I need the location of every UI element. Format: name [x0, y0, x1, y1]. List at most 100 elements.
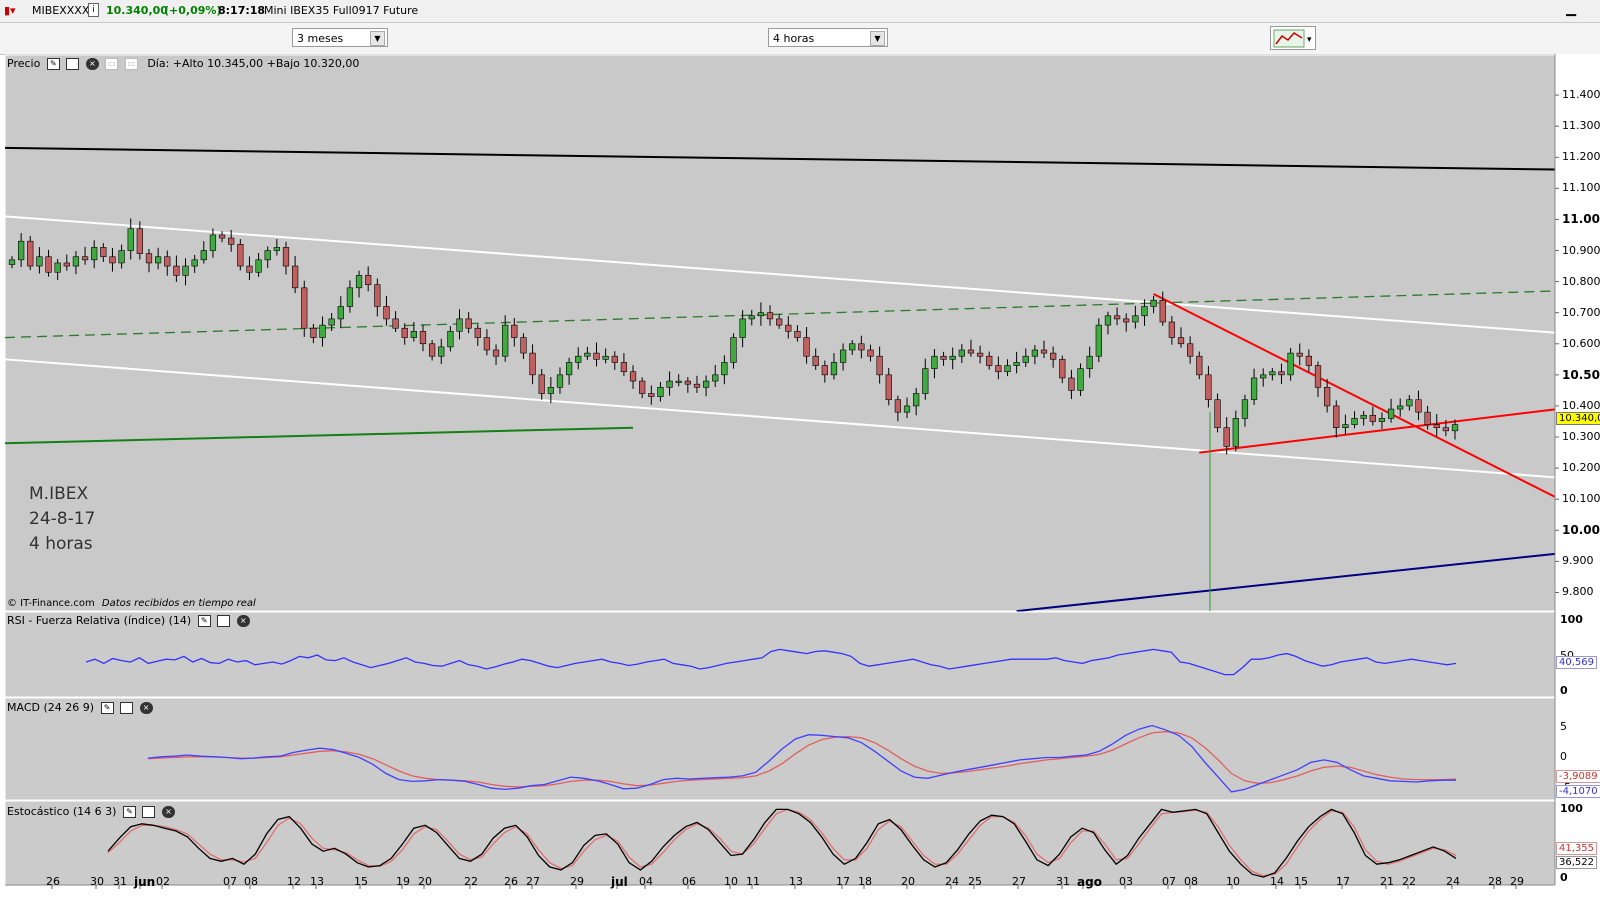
candle-body [639, 380, 646, 394]
candle-body [1050, 352, 1057, 360]
candle-body [136, 228, 143, 254]
candle-body [173, 265, 180, 276]
candle-body [310, 327, 317, 338]
candle-body [1205, 374, 1212, 401]
candle-body [903, 405, 911, 413]
wrench-icon[interactable]: ✎ [197, 615, 211, 627]
candle-body [154, 256, 162, 264]
candle-body [54, 262, 61, 273]
chevron-down-icon[interactable]: ▼ [370, 31, 385, 46]
candle-body [218, 234, 226, 239]
candle-body [355, 275, 363, 289]
price-panel[interactable] [4, 54, 1556, 613]
close-icon[interactable]: × [161, 806, 175, 818]
close-icon[interactable]: × [236, 615, 250, 627]
window-icon[interactable] [120, 702, 134, 714]
candle-body [255, 259, 262, 273]
candle-body [839, 349, 847, 363]
wrench-icon[interactable]: ✎ [46, 58, 60, 70]
stoch-d-badge: 41,355 [1556, 842, 1597, 855]
stochastic-panel-label: Estocástico (14 6 3) [7, 805, 117, 818]
macd-panel-header: MACD (24 26 9) ✎ × [7, 701, 153, 714]
paste-icon[interactable]: ▭ [124, 58, 138, 70]
candle-body [1068, 377, 1075, 391]
price-panel-label: Precio [7, 57, 41, 70]
time-tick-label: 20 [418, 875, 432, 888]
candle-body [1232, 418, 1239, 447]
indicator-tick-label: 100 [1560, 802, 1583, 815]
time-tick-label: 21 [1380, 875, 1394, 888]
candle-body [1086, 355, 1093, 369]
candle-body [748, 315, 755, 320]
candle-body [1387, 408, 1395, 419]
window-icon[interactable] [142, 806, 156, 818]
candle-body [1123, 318, 1130, 323]
candle-body [931, 355, 938, 369]
window-icon[interactable] [217, 615, 231, 627]
range-select[interactable]: 3 meses ▼ [292, 28, 388, 47]
candle-body [1031, 349, 1039, 357]
chart-app-icon[interactable]: ▮▾ [4, 4, 16, 17]
price-change: (+0,09%) [164, 4, 222, 17]
candle-body [8, 259, 16, 265]
interval-select[interactable]: 4 horas ▼ [768, 28, 888, 47]
candle-body [986, 355, 993, 366]
realtime-text: Datos recibidos en tiempo real [101, 598, 256, 609]
candle-body [100, 247, 107, 258]
candle-body [538, 374, 545, 394]
time-tick-label: 06 [682, 875, 696, 888]
candle-body [849, 343, 856, 351]
candle-body [1342, 424, 1349, 429]
candle-body [1113, 315, 1121, 320]
wrench-icon[interactable]: ✎ [100, 702, 114, 714]
candle-body [1269, 371, 1276, 376]
info-icon[interactable]: i [88, 3, 99, 17]
stoch-k-badge: 36,522 [1556, 856, 1597, 869]
candle-body [611, 355, 618, 363]
copy-icon[interactable]: ▭ [105, 58, 119, 70]
candle-body [392, 318, 399, 329]
price-tick-label: 10.400 [1562, 398, 1600, 412]
indicator-tick-label: 0 [1560, 871, 1568, 884]
minimize-icon[interactable]: ▁ [1566, 2, 1576, 17]
wrench-icon[interactable]: ✎ [122, 806, 136, 818]
macd-panel-label: MACD (24 26 9) [7, 701, 95, 714]
close-icon[interactable]: × [139, 702, 153, 714]
candle-body [702, 380, 710, 388]
price-tick-label: 11.200 [1562, 150, 1600, 164]
candle-body [145, 253, 153, 264]
chart-type-button[interactable]: ▾ [1270, 26, 1316, 50]
candle-body [730, 337, 737, 363]
window-icon[interactable] [66, 58, 80, 70]
candle-body [483, 337, 491, 351]
candle-body [319, 324, 326, 338]
time-tick-label: 17 [836, 875, 850, 888]
candle-body [785, 324, 792, 332]
candle-body [282, 247, 290, 267]
candle-body [684, 380, 691, 385]
macd-signal-badge: -3,9089 [1556, 770, 1600, 783]
time-tick-label: 19 [396, 875, 410, 888]
chart-type-icon: ▾ [1273, 29, 1312, 48]
candle-body [1077, 368, 1084, 391]
indicator-tick-label: 0 [1560, 750, 1567, 763]
candle-body [885, 374, 892, 401]
chart-area[interactable] [0, 54, 1600, 907]
time-tick-label: 28 [1488, 875, 1502, 888]
candle-body [447, 331, 454, 348]
last-price: 10.340,00 [106, 4, 168, 17]
chevron-down-icon[interactable]: ▼ [870, 31, 885, 46]
macd-panel[interactable] [4, 697, 1556, 801]
close-icon[interactable]: × [85, 58, 99, 70]
candle-body [1196, 355, 1203, 376]
time-tick-label: 07 [1162, 875, 1176, 888]
price-tick-label: 10.000 [1562, 523, 1600, 538]
stochastic-panel[interactable] [4, 800, 1556, 886]
candle-body [739, 318, 746, 338]
candle-body [620, 362, 628, 373]
candle-body [1333, 405, 1340, 429]
time-tick-label: 10 [724, 875, 738, 888]
toolbar: 3 meses ▼ 4 horas ▼ ▾ [0, 23, 1600, 55]
interval-select-value: 4 horas [773, 32, 815, 45]
price-tick-label: 10.200 [1562, 461, 1600, 475]
